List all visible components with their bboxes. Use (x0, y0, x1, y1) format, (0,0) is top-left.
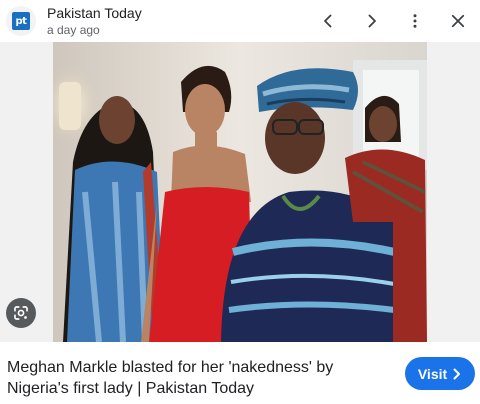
visit-label: Visit (417, 365, 448, 382)
close-icon (451, 14, 465, 28)
image-stage (0, 42, 480, 342)
next-button[interactable] (357, 6, 387, 36)
chevron-right-icon (453, 368, 461, 379)
source-logo-badge: pt (12, 12, 30, 30)
source-name[interactable]: Pakistan Today (47, 5, 142, 21)
google-lens-icon (14, 306, 28, 320)
close-button[interactable] (443, 6, 473, 36)
lens-search-button[interactable] (6, 298, 36, 328)
viewer-header: pt Pakistan Today a day ago (0, 0, 480, 42)
source-logo[interactable]: pt (6, 6, 36, 36)
chevron-left-icon (324, 14, 332, 28)
previous-button[interactable] (313, 6, 343, 36)
result-image[interactable] (53, 42, 427, 342)
timestamp: a day ago (47, 23, 100, 37)
photo-illustration (53, 42, 427, 342)
more-options-button[interactable] (400, 6, 430, 36)
result-caption[interactable]: Meghan Markle blasted for her 'nakedness… (7, 357, 367, 399)
chevron-right-icon (368, 14, 376, 28)
visit-button[interactable]: Visit (405, 357, 475, 390)
image-viewer-panel: pt Pakistan Today a day ago Meghan Markl… (0, 0, 480, 404)
more-vert-icon (413, 14, 417, 28)
